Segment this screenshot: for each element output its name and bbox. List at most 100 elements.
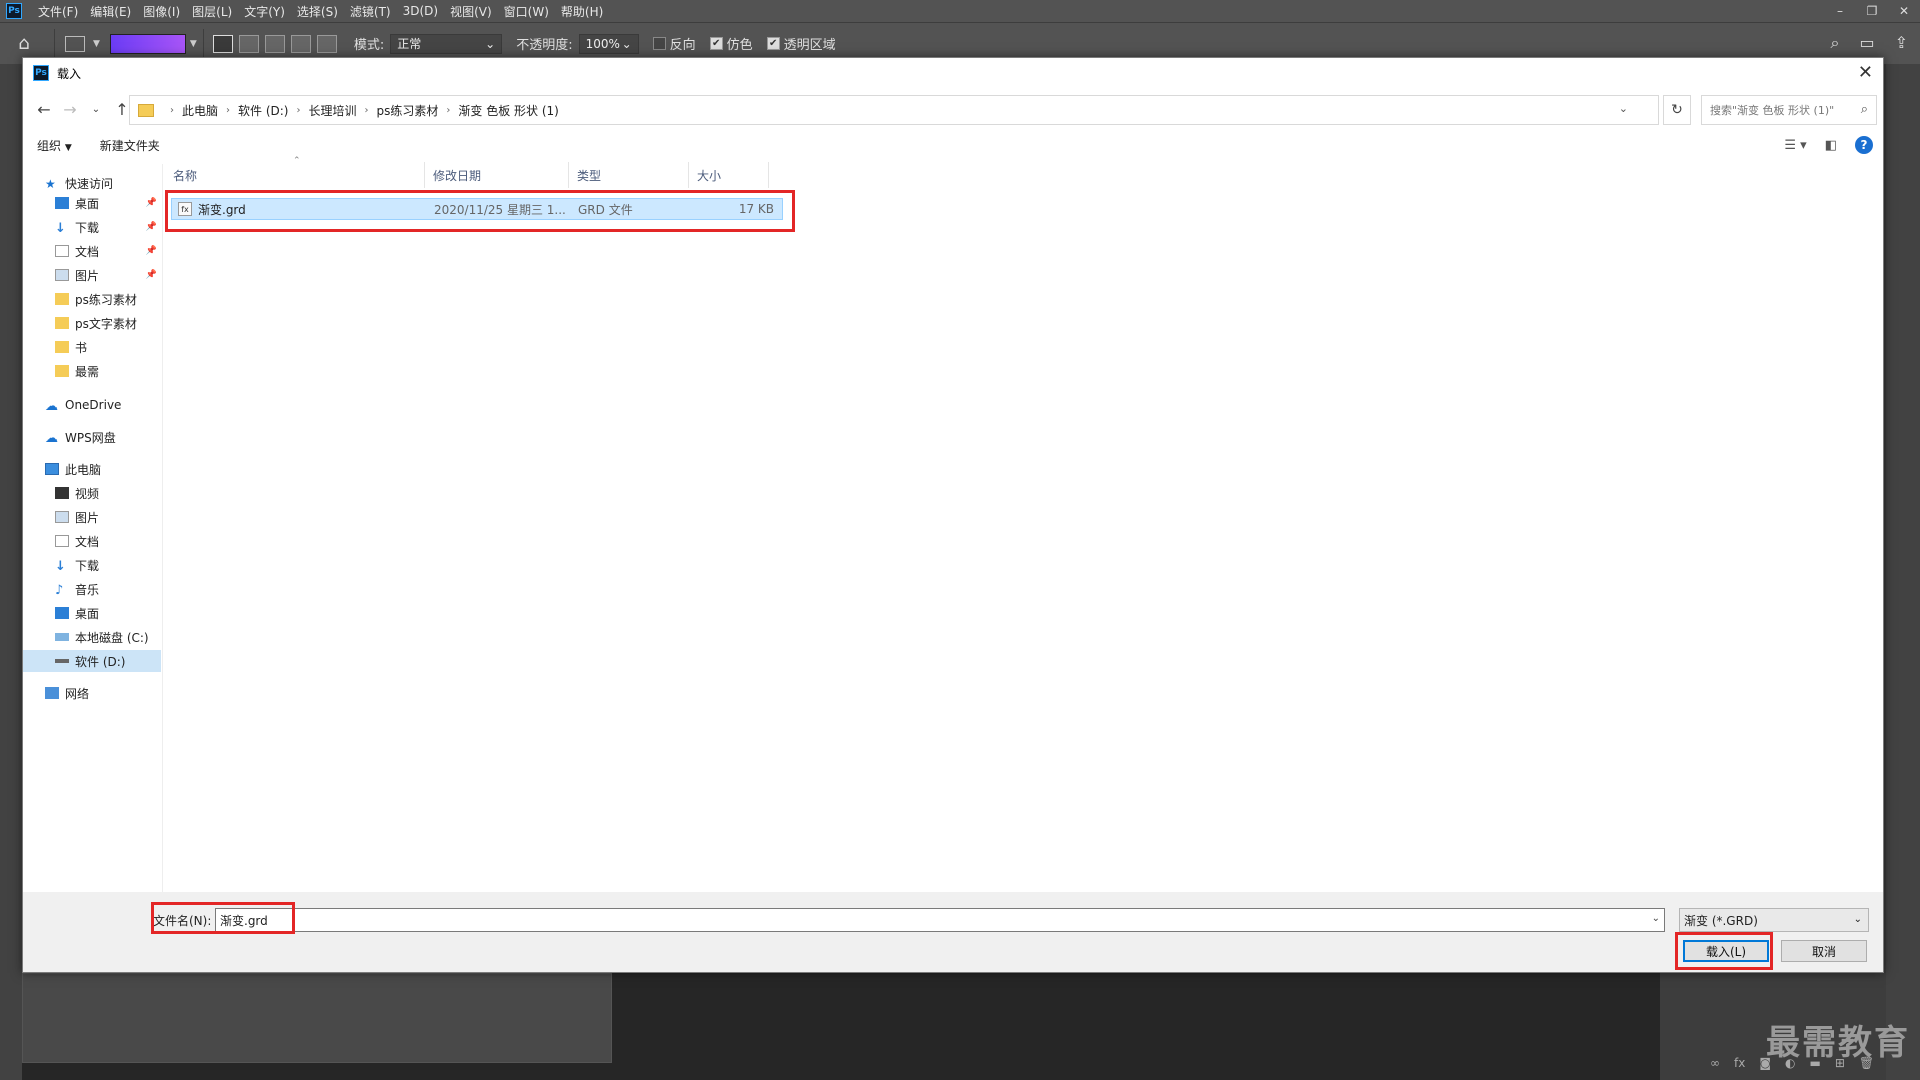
breadcrumb-drive-d[interactable]: 软件 (D:) bbox=[238, 102, 288, 119]
col-size[interactable]: 大小 bbox=[689, 162, 769, 188]
nav-item-pc-downloads[interactable]: ↓ 下载 bbox=[23, 554, 161, 576]
nav-this-pc[interactable]: 此电脑 bbox=[23, 458, 161, 480]
chevron-down-icon[interactable]: ▼ bbox=[190, 39, 197, 49]
folder-icon bbox=[138, 103, 154, 117]
nav-label: 文档 bbox=[75, 534, 100, 549]
menu-edit[interactable]: 编辑(E) bbox=[84, 3, 137, 20]
fx-icon[interactable]: fx bbox=[1734, 1056, 1745, 1070]
dither-checkbox[interactable]: ✔ bbox=[709, 37, 723, 50]
menu-select[interactable]: 选择(S) bbox=[291, 3, 344, 20]
nav-wps[interactable]: ☁ WPS网盘 bbox=[23, 426, 161, 448]
menu-3d[interactable]: 3D(D) bbox=[397, 4, 444, 18]
close-window-icon[interactable]: ✕ bbox=[1888, 0, 1920, 22]
nav-item-videos[interactable]: 视频 bbox=[23, 482, 161, 504]
gradient-tool-preset-icon[interactable] bbox=[65, 35, 85, 52]
refresh-icon[interactable]: ↻ bbox=[1663, 95, 1691, 125]
share-icon[interactable]: ⇪ bbox=[1895, 33, 1908, 53]
pin-icon[interactable]: 📌 bbox=[146, 222, 157, 232]
nav-label: OneDrive bbox=[65, 398, 122, 412]
drive-icon bbox=[55, 633, 69, 641]
nav-label: 网络 bbox=[65, 686, 90, 701]
col-modified[interactable]: 修改日期 bbox=[425, 162, 569, 188]
nav-item-zuixu[interactable]: 最需 bbox=[23, 360, 161, 382]
chevron-down-icon: ▼ bbox=[64, 142, 72, 153]
reverse-checkbox[interactable] bbox=[652, 37, 666, 50]
mode-select[interactable]: 正常 ⌄ bbox=[390, 33, 503, 54]
linear-gradient-icon[interactable] bbox=[212, 34, 233, 53]
new-folder-button[interactable]: 新建文件夹 bbox=[86, 137, 174, 154]
nav-onedrive[interactable]: ☁ OneDrive bbox=[23, 394, 161, 416]
nav-item-ps-materials[interactable]: ps练习素材 bbox=[23, 288, 161, 310]
chevron-right-icon: › bbox=[296, 104, 301, 116]
nav-item-pc-pictures[interactable]: 图片 bbox=[23, 506, 161, 528]
chevron-down-icon[interactable]: ⌄ bbox=[1619, 102, 1628, 115]
nav-item-books[interactable]: 书 bbox=[23, 336, 161, 358]
preview-pane-icon[interactable]: ◧ bbox=[1825, 138, 1837, 153]
chevron-right-icon: › bbox=[446, 104, 451, 116]
nav-item-drive-c[interactable]: 本地磁盘 (C:) bbox=[23, 626, 161, 648]
pin-icon[interactable]: 📌 bbox=[146, 270, 157, 280]
nav-item-downloads[interactable]: ↓ 下载 📌 bbox=[23, 216, 161, 238]
radial-gradient-icon[interactable] bbox=[238, 34, 259, 53]
nav-label: 书 bbox=[75, 340, 88, 355]
nav-label: 下载 bbox=[75, 558, 100, 573]
breadcrumb-current-folder[interactable]: 渐变 色板 形状 (1) bbox=[458, 102, 558, 119]
menu-image[interactable]: 图像(I) bbox=[137, 3, 186, 20]
computer-icon bbox=[45, 463, 59, 475]
menu-type[interactable]: 文字(Y) bbox=[238, 3, 291, 20]
help-icon[interactable]: ? bbox=[1855, 136, 1873, 154]
link-icon[interactable]: ∞ bbox=[1710, 1056, 1720, 1070]
minimize-icon[interactable]: – bbox=[1824, 0, 1856, 22]
nav-item-music[interactable]: ♪ 音乐 bbox=[23, 578, 161, 600]
chevron-down-icon: ⌄ bbox=[1853, 914, 1862, 925]
filetype-value: 渐变 (*.GRD) bbox=[1684, 913, 1758, 928]
opacity-input[interactable]: 100% ⌄ bbox=[578, 33, 639, 54]
menu-file[interactable]: 文件(F) bbox=[32, 3, 84, 20]
view-options-icon[interactable]: ☰ ▾ bbox=[1784, 138, 1806, 153]
nav-network[interactable]: 网络 bbox=[23, 682, 161, 704]
nav-item-pc-desktop[interactable]: 桌面 bbox=[23, 602, 161, 624]
chevron-down-icon[interactable]: ▼ bbox=[93, 39, 100, 49]
search-icon[interactable]: ⌕ bbox=[1831, 33, 1840, 53]
workspace-icon[interactable]: ▭ bbox=[1859, 33, 1874, 53]
cancel-button[interactable]: 取消 bbox=[1781, 940, 1867, 962]
organize-button[interactable]: 组织 ▼ bbox=[23, 137, 86, 154]
filename-input[interactable]: 渐变.grd ⌄ bbox=[215, 908, 1665, 932]
download-icon: ↓ bbox=[55, 221, 66, 236]
transparency-checkbox[interactable]: ✔ bbox=[766, 37, 780, 50]
diamond-gradient-icon[interactable] bbox=[316, 34, 337, 53]
breadcrumb-training[interactable]: 长理培训 bbox=[308, 102, 356, 119]
nav-quick-access[interactable]: ★ 快速访问 bbox=[23, 172, 161, 194]
menu-window[interactable]: 窗口(W) bbox=[498, 3, 555, 20]
address-bar[interactable]: › 此电脑 › 软件 (D:) › 长理培训 › ps练习素材 › 渐变 色板 … bbox=[129, 95, 1659, 125]
filetype-select[interactable]: 渐变 (*.GRD) ⌄ bbox=[1679, 908, 1869, 932]
network-icon bbox=[45, 687, 59, 699]
reflected-gradient-icon[interactable] bbox=[290, 34, 311, 53]
nav-item-pc-documents[interactable]: 文档 bbox=[23, 530, 161, 552]
close-icon[interactable]: ✕ bbox=[1858, 62, 1873, 83]
nav-label: 本地磁盘 (C:) bbox=[75, 630, 149, 645]
forward-icon[interactable]: → bbox=[57, 100, 83, 119]
menu-help[interactable]: 帮助(H) bbox=[555, 3, 609, 20]
back-icon[interactable]: ← bbox=[31, 100, 57, 119]
pin-icon[interactable]: 📌 bbox=[146, 198, 157, 208]
angle-gradient-icon[interactable] bbox=[264, 34, 285, 53]
restore-icon[interactable]: ❐ bbox=[1856, 0, 1888, 22]
menu-layer[interactable]: 图层(L) bbox=[186, 3, 238, 20]
breadcrumb-ps-materials[interactable]: ps练习素材 bbox=[377, 102, 439, 119]
menu-filter[interactable]: 滤镜(T) bbox=[344, 3, 397, 20]
search-input[interactable]: 搜索"渐变 色板 形状 (1)" ⌕ bbox=[1701, 95, 1877, 125]
menu-view[interactable]: 视图(V) bbox=[444, 3, 498, 20]
nav-item-pictures[interactable]: 图片 📌 bbox=[23, 264, 161, 286]
col-type[interactable]: 类型 bbox=[569, 162, 689, 188]
nav-item-desktop[interactable]: 桌面 📌 bbox=[23, 192, 161, 214]
nav-item-drive-d[interactable]: 软件 (D:) bbox=[23, 650, 161, 672]
nav-item-documents[interactable]: 文档 📌 bbox=[23, 240, 161, 262]
pin-icon[interactable]: 📌 bbox=[146, 246, 157, 256]
breadcrumb-this-pc[interactable]: 此电脑 bbox=[182, 102, 218, 119]
chevron-down-icon[interactable]: ⌄ bbox=[1652, 913, 1660, 924]
nav-item-ps-text-materials[interactable]: ps文字素材 bbox=[23, 312, 161, 334]
recent-dropdown-icon[interactable]: ⌄ bbox=[83, 104, 109, 115]
search-icon[interactable]: ⌕ bbox=[1861, 102, 1868, 117]
gradient-swatch[interactable] bbox=[109, 33, 186, 54]
